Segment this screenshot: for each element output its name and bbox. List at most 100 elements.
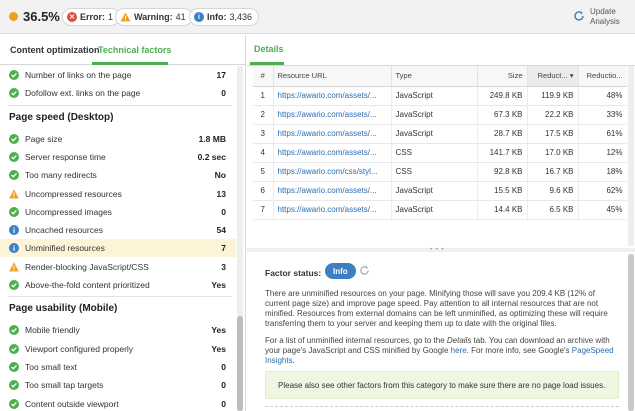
factor-item-too-small-text[interactable]: Too small text 0 [0,358,236,376]
resource-url-link[interactable]: https://awario.com/assets/... [273,86,392,106]
factor-status-badge: Info [325,263,356,279]
factor-item-content-outside-viewport[interactable]: Content outside viewport 0 [0,395,236,411]
scrollbar-thumb[interactable] [628,254,634,411]
factor-label: Uncached resources [25,225,103,236]
recheck-icon[interactable] [359,265,370,276]
table-cell: 14.4 KB [477,200,528,220]
resource-url-link[interactable]: https://awario.com/assets/... [273,105,392,125]
table-row[interactable]: 4 https://awario.com/assets/... CSS 141.7 K… [253,143,627,163]
update-analysis-button[interactable]: Update Analysis [573,7,625,29]
factor-label: Too small tap targets [25,380,104,391]
column-header[interactable]: # [253,66,274,87]
table-row[interactable]: 1 https://awario.com/assets/... JavaScript… [253,86,627,106]
resource-url-link[interactable]: https://awario.com/css/styl... [273,162,392,182]
column-header-label: Resource URL [277,71,327,81]
factor-list-scrollbar[interactable] [237,66,243,411]
check-circle-icon [9,398,19,409]
column-header[interactable]: Resource URL [273,66,392,87]
resource-url-link[interactable]: https://awario.com/assets/... [273,200,392,220]
column-header[interactable]: Reduct... ▾ [527,66,579,87]
details-scrollbar[interactable] [628,254,634,411]
table-cell: CSS [391,162,478,182]
factor-list: Number of links on the page 17 Dofollow ex… [0,66,236,411]
resource-url-link[interactable]: https://awario.com/assets/... [273,143,392,163]
factor-value: 0.2 sec [197,151,226,162]
tab-technical-factors[interactable]: Technical factors [98,45,171,55]
table-cell: 48% [578,86,627,106]
table-cell: 9.6 KB [527,181,579,201]
table-cell: 33% [578,105,627,125]
info-badge[interactable]: i Info: 3,436 [189,8,260,26]
column-header[interactable]: Type [391,66,478,87]
table-cell: 249.8 KB [477,86,528,106]
table-cell: 12% [578,143,627,163]
instructions-text: . [292,356,295,365]
factor-item-number-of-links-on-the-page[interactable]: Number of links on the page 17 [0,66,236,84]
factors-panel: Content optimization Technical factors N… [0,35,246,411]
factor-item-uncompressed-images[interactable]: Uncompressed images 0 [0,203,236,221]
warning-badge[interactable]: Warning: 41 [115,8,193,26]
table-cell: 141.7 KB [477,143,528,163]
info-icon: i [194,12,204,22]
table-cell: 61% [578,124,627,144]
warning-count: 41 [175,12,186,22]
factor-item-mobile-friendly[interactable]: Mobile friendly Yes [0,321,236,339]
table-row[interactable]: 6 https://awario.com/assets/... JavaScript… [253,181,627,201]
update-analysis-label: Update Analysis [590,7,620,26]
check-circle-icon [9,325,19,336]
factor-item-too-small-tap-targets[interactable]: Too small tap targets 0 [0,376,236,394]
factor-item-dofollow-ext-links-on-the-page[interactable]: Dofollow ext. links on the page 0 [0,84,236,102]
factor-item-server-response-time[interactable]: Server response time 0.2 sec [0,148,236,166]
error-badge[interactable]: ✕ Error: 1 [62,8,121,26]
download-archive-link[interactable]: here [451,346,467,355]
section-divider [8,104,232,106]
table-cell: 17.5 KB [527,124,579,144]
table-row[interactable]: 2 https://awario.com/assets/... JavaScript… [253,105,627,125]
factor-item-above-the-fold-content-prioritized[interactable]: Above-the-fold content prioritized Yes [0,276,236,294]
top-bar: 36.5% ✕ Error: 1 Warning: 41 i Info: 3,4… [0,0,635,34]
factor-value: 3 [221,261,226,272]
column-header[interactable]: Reductio... [578,66,627,87]
scrollbar-thumb[interactable] [237,316,243,411]
table-cell: 28.7 KB [477,124,528,144]
factor-label: Server response time [25,151,106,162]
check-circle-icon [9,206,19,217]
section-heading: Page usability (Mobile) [9,303,118,315]
check-circle-icon [9,280,19,290]
panel-splitter[interactable]: • • • [247,247,635,253]
table-cell: JavaScript [391,86,478,106]
check-circle-icon [9,170,19,181]
resource-url-link[interactable]: https://awario.com/assets/... [273,181,392,201]
table-row[interactable]: 7 https://awario.com/assets/... JavaScript… [253,200,627,220]
tab-details[interactable]: Details [254,44,284,54]
table-cell: 6 [253,181,274,201]
table-row[interactable]: 5 https://awario.com/css/styl... CSS 92.8 K… [253,162,627,182]
section-heading: Page speed (Desktop) [9,111,114,123]
factor-label: Viewport configured properly [25,343,134,354]
factor-label: Number of links on the page [25,70,132,80]
resource-url-link[interactable]: https://awario.com/assets/... [273,124,392,144]
column-header-label: Size [507,71,523,81]
factor-item-unminified-resources[interactable]: Unminified resources 7 [0,239,236,258]
factor-details: Factor status: Info There are unminified… [253,254,627,411]
table-cell: 1 [253,86,274,106]
info-icon [9,225,19,236]
factor-label: Unminified resources [25,243,105,254]
column-header[interactable]: Size [477,66,528,87]
factor-item-too-many-redirects[interactable]: Too many redirects No [0,166,236,184]
table-scrollbar[interactable] [628,66,634,246]
instructions-text: For a list of unminified internal resour… [265,336,447,345]
error-label: Error: [80,12,106,22]
factor-item-render-blocking-javascript-css[interactable]: Render-blocking JavaScript/CSS 3 [0,258,236,276]
check-circle-icon [9,70,19,80]
factor-item-uncompressed-resources[interactable]: Uncompressed resources 13 [0,185,236,203]
table-row[interactable]: 3 https://awario.com/assets/... JavaScript… [253,124,627,144]
factor-item-uncached-resources[interactable]: Uncached resources 54 [0,221,236,239]
factor-value: 0 [221,206,226,217]
table-cell: JavaScript [391,105,478,125]
factor-value: 0 [221,380,226,391]
score-status-dot [9,12,18,21]
factor-item-page-size[interactable]: Page size 1.8 MB [0,130,236,148]
factor-item-viewport-configured-properly[interactable]: Viewport configured properly Yes [0,340,236,358]
tab-content-optimization[interactable]: Content optimization [10,45,100,55]
